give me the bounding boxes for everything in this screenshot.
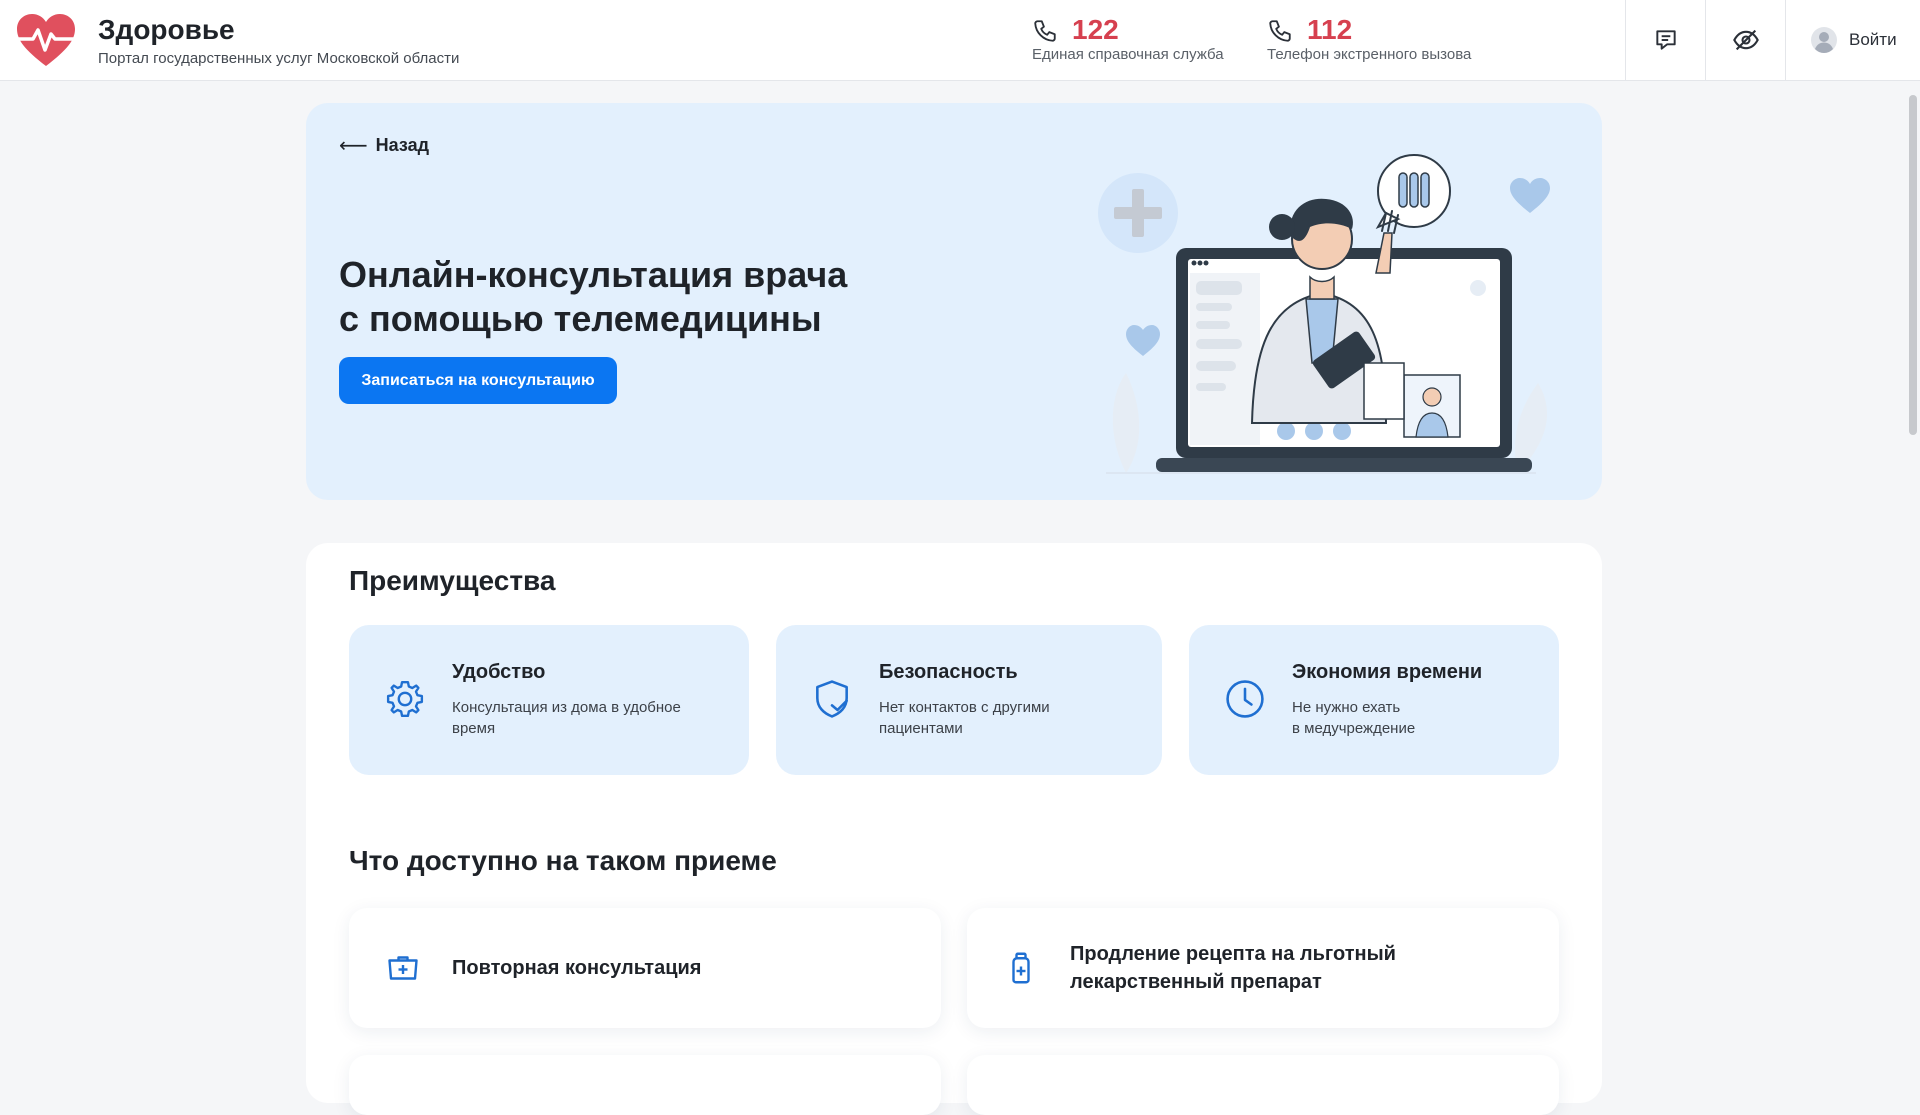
advantage-description-line: Нет контактов с другими (879, 699, 1050, 716)
advantages-heading: Преимущества (349, 565, 556, 596)
hero-banner: ⟵ Назад Онлайн-консультация врача с помо… (306, 103, 1602, 500)
book-consultation-button[interactable]: Записаться на консультацию (339, 357, 617, 404)
service-title-line: Продление рецепта на льготный (1070, 943, 1396, 965)
clock-icon (1226, 680, 1264, 718)
back-link[interactable]: ⟵ Назад (339, 133, 429, 158)
advantage-description: Не нужно ехать в медучреждение (1292, 697, 1562, 739)
phone-icon (1269, 20, 1291, 42)
site-header: Здоровье Портал государственных услуг Мо… (0, 0, 1920, 81)
shield-check-icon (816, 680, 848, 718)
service-card-partial[interactable] (967, 1055, 1559, 1115)
accessibility-button[interactable] (1705, 0, 1785, 80)
brand-subtitle: Портал государственных услуг Московской … (98, 50, 460, 67)
advantage-description-line: Консультация из дома в удобное (452, 699, 681, 716)
advantage-title: Удобство (452, 661, 546, 683)
arrow-left-icon: ⟵ (339, 135, 368, 157)
medical-case-icon (388, 956, 418, 980)
service-title-line: Повторная консультация (452, 957, 702, 979)
login-button[interactable]: Войти (1785, 0, 1920, 80)
scrollbar-thumb[interactable] (1909, 95, 1917, 435)
feedback-button[interactable] (1625, 0, 1705, 80)
page-title-line: с помощью телемедицины (339, 298, 822, 339)
page-title: Онлайн-консультация врача с помощью теле… (339, 253, 959, 341)
brand-title[interactable]: Здоровье (98, 14, 235, 46)
advantage-description-line: в медучреждение (1292, 720, 1416, 737)
advantage-title: Экономия времени (1292, 661, 1483, 683)
page-title-line: Онлайн-консультация врача (339, 254, 848, 295)
service-title-line: лекарственный препарат (1070, 971, 1322, 993)
advantage-card-safety: Безопасность Нет контактов с другими пац… (776, 625, 1162, 775)
medicine-bottle-icon (1012, 952, 1030, 984)
doctor-laptop-illustration (1098, 154, 1550, 474)
advantage-description: Нет контактов с другими пациентами (879, 697, 1149, 739)
advantage-description: Консультация из дома в удобное время (452, 697, 722, 739)
user-avatar-icon (1811, 27, 1837, 53)
available-services-heading: Что доступно на таком приеме (349, 845, 777, 876)
phone-label: Единая справочная служба (1032, 46, 1224, 63)
phone-number[interactable]: 122 (1072, 14, 1119, 46)
chat-icon (1655, 30, 1676, 50)
service-card-partial[interactable] (349, 1055, 941, 1115)
advantage-card-time-saving: Экономия времени Не нужно ехать в медучр… (1189, 625, 1559, 775)
phone-label: Телефон экстренного вызова (1267, 46, 1472, 63)
service-prescription-renewal[interactable]: Продление рецепта на льготный лекарствен… (967, 908, 1559, 1028)
advantage-description-line: Не нужно ехать (1292, 699, 1401, 716)
advantage-card-convenience: Удобство Консультация из дома в удобное … (349, 625, 749, 775)
back-label: Назад (375, 135, 430, 155)
advantage-description-line: пациентами (879, 720, 963, 737)
service-title: Продление рецепта на льготный лекарствен… (1070, 940, 1510, 996)
eye-off-icon (1732, 29, 1759, 51)
service-title: Повторная консультация (452, 954, 892, 982)
heart-pulse-logo-icon[interactable] (15, 12, 77, 68)
login-label: Войти (1849, 30, 1897, 49)
phone-icon (1034, 20, 1056, 42)
gear-icon (386, 680, 424, 718)
phone-number[interactable]: 112 (1307, 14, 1352, 46)
advantage-title: Безопасность (879, 661, 1018, 683)
service-repeat-consultation[interactable]: Повторная консультация (349, 908, 941, 1028)
advantage-description-line: время (452, 720, 496, 737)
content-card: Преимущества Удобство Консультация из до… (306, 543, 1602, 1115)
